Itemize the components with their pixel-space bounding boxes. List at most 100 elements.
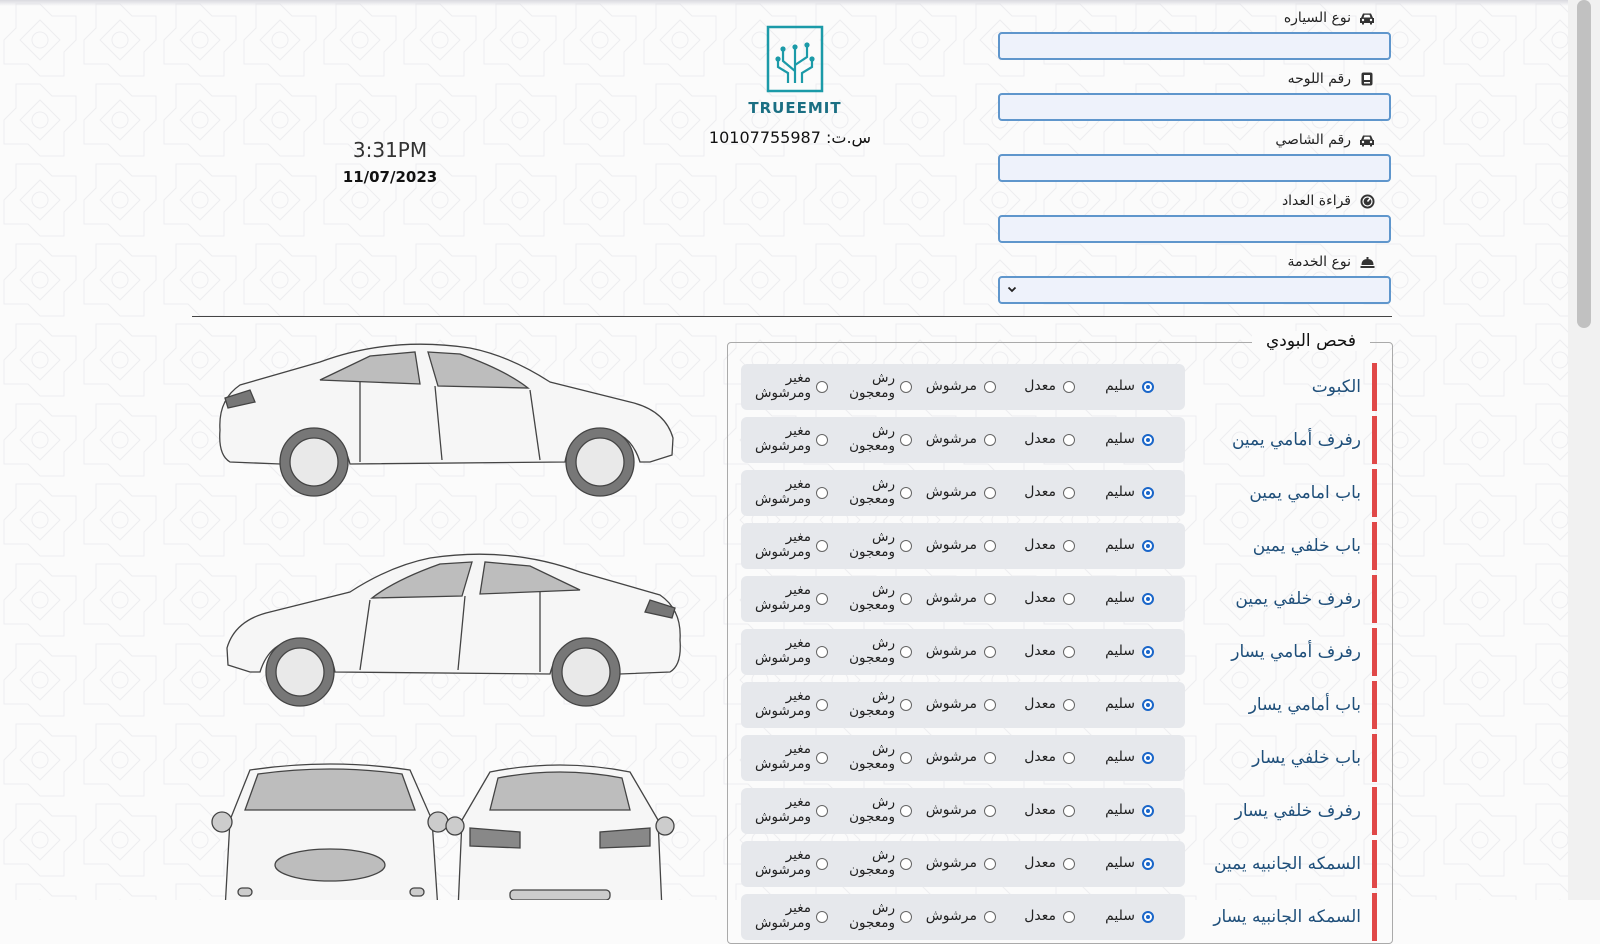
page-scrollbar[interactable] (1568, 0, 1600, 900)
option-sound-label[interactable]: سليم (1105, 378, 1135, 394)
option-repaired-label[interactable]: معدل (1024, 855, 1056, 871)
option-sound-label[interactable]: سليم (1105, 802, 1135, 818)
option-repaired-label[interactable]: معدل (1024, 908, 1056, 924)
option-painted-label[interactable]: مرشوش (926, 696, 977, 712)
option-replaced-painted-label[interactable]: مغير ومرشوش (755, 424, 811, 454)
odometer-input[interactable] (998, 215, 1391, 243)
option-replaced-painted-label[interactable]: مغير ومرشوش (755, 583, 811, 613)
option-repaired-radio[interactable] (1063, 593, 1075, 605)
option-sound-radio[interactable] (1142, 752, 1154, 764)
option-replaced-painted-label[interactable]: مغير ومرشوش (755, 742, 811, 772)
option-painted-radio[interactable] (984, 911, 996, 923)
option-paint-filler-label[interactable]: رش ومعجون (849, 901, 895, 931)
option-sound-label[interactable]: سليم (1105, 908, 1135, 924)
option-replaced-painted-radio[interactable] (816, 699, 828, 711)
option-replaced-painted-radio[interactable] (816, 752, 828, 764)
option-sound-label[interactable]: سليم (1105, 590, 1135, 606)
option-sound-label[interactable]: سليم (1105, 537, 1135, 553)
option-paint-filler-radio[interactable] (900, 434, 912, 446)
option-painted-label[interactable]: مرشوش (926, 643, 977, 659)
option-sound-label[interactable]: سليم (1105, 855, 1135, 871)
option-sound-label[interactable]: سليم (1105, 696, 1135, 712)
option-paint-filler-label[interactable]: رش ومعجون (849, 848, 895, 878)
option-painted-radio[interactable] (984, 593, 996, 605)
option-repaired-radio[interactable] (1063, 487, 1075, 499)
car-type-input[interactable] (998, 32, 1391, 60)
option-painted-label[interactable]: مرشوش (926, 749, 977, 765)
option-painted-radio[interactable] (984, 487, 996, 499)
option-repaired-label[interactable]: معدل (1024, 431, 1056, 447)
option-paint-filler-label[interactable]: رش ومعجون (849, 742, 895, 772)
option-repaired-radio[interactable] (1063, 381, 1075, 393)
option-sound-radio[interactable] (1142, 487, 1154, 499)
option-painted-label[interactable]: مرشوش (926, 537, 977, 553)
option-replaced-painted-label[interactable]: مغير ومرشوش (755, 636, 811, 666)
option-repaired-radio[interactable] (1063, 805, 1075, 817)
option-repaired-label[interactable]: معدل (1024, 749, 1056, 765)
option-paint-filler-label[interactable]: رش ومعجون (849, 477, 895, 507)
option-painted-label[interactable]: مرشوش (926, 484, 977, 500)
chassis-number-input[interactable] (998, 154, 1391, 182)
option-repaired-radio[interactable] (1063, 699, 1075, 711)
option-sound-radio[interactable] (1142, 911, 1154, 923)
option-replaced-painted-radio[interactable] (816, 487, 828, 499)
option-repaired-radio[interactable] (1063, 434, 1075, 446)
option-sound-radio[interactable] (1142, 434, 1154, 446)
option-painted-label[interactable]: مرشوش (926, 802, 977, 818)
option-replaced-painted-label[interactable]: مغير ومرشوش (755, 901, 811, 931)
option-replaced-painted-radio[interactable] (816, 805, 828, 817)
option-paint-filler-label[interactable]: رش ومعجون (849, 795, 895, 825)
option-painted-radio[interactable] (984, 434, 996, 446)
option-paint-filler-radio[interactable] (900, 699, 912, 711)
option-paint-filler-radio[interactable] (900, 752, 912, 764)
option-replaced-painted-radio[interactable] (816, 540, 828, 552)
option-paint-filler-radio[interactable] (900, 593, 912, 605)
option-paint-filler-label[interactable]: رش ومعجون (849, 424, 895, 454)
option-paint-filler-radio[interactable] (900, 381, 912, 393)
option-sound-label[interactable]: سليم (1105, 643, 1135, 659)
option-replaced-painted-radio[interactable] (816, 381, 828, 393)
option-sound-radio[interactable] (1142, 540, 1154, 552)
option-paint-filler-radio[interactable] (900, 805, 912, 817)
option-paint-filler-label[interactable]: رش ومعجون (849, 583, 895, 613)
plate-number-input[interactable] (998, 93, 1391, 121)
option-repaired-label[interactable]: معدل (1024, 537, 1056, 553)
option-painted-radio[interactable] (984, 752, 996, 764)
option-painted-label[interactable]: مرشوش (926, 908, 977, 924)
option-paint-filler-radio[interactable] (900, 646, 912, 658)
option-repaired-label[interactable]: معدل (1024, 643, 1056, 659)
option-repaired-radio[interactable] (1063, 911, 1075, 923)
scrollbar-thumb[interactable] (1577, 0, 1591, 328)
service-type-select[interactable] (998, 276, 1391, 304)
option-replaced-painted-label[interactable]: مغير ومرشوش (755, 477, 811, 507)
option-replaced-painted-label[interactable]: مغير ومرشوش (755, 530, 811, 560)
option-repaired-label[interactable]: معدل (1024, 696, 1056, 712)
option-repaired-radio[interactable] (1063, 540, 1075, 552)
option-repaired-label[interactable]: معدل (1024, 590, 1056, 606)
option-repaired-radio[interactable] (1063, 646, 1075, 658)
option-sound-radio[interactable] (1142, 381, 1154, 393)
option-replaced-painted-label[interactable]: مغير ومرشوش (755, 795, 811, 825)
option-painted-radio[interactable] (984, 540, 996, 552)
option-replaced-painted-radio[interactable] (816, 858, 828, 870)
option-paint-filler-label[interactable]: رش ومعجون (849, 530, 895, 560)
option-replaced-painted-radio[interactable] (816, 593, 828, 605)
option-paint-filler-radio[interactable] (900, 540, 912, 552)
option-sound-radio[interactable] (1142, 646, 1154, 658)
option-sound-radio[interactable] (1142, 593, 1154, 605)
option-sound-label[interactable]: سليم (1105, 749, 1135, 765)
option-repaired-radio[interactable] (1063, 858, 1075, 870)
option-sound-radio[interactable] (1142, 699, 1154, 711)
option-painted-radio[interactable] (984, 699, 996, 711)
option-repaired-label[interactable]: معدل (1024, 378, 1056, 394)
option-paint-filler-label[interactable]: رش ومعجون (849, 371, 895, 401)
option-painted-label[interactable]: مرشوش (926, 590, 977, 606)
option-painted-label[interactable]: مرشوش (926, 855, 977, 871)
option-paint-filler-label[interactable]: رش ومعجون (849, 636, 895, 666)
option-replaced-painted-radio[interactable] (816, 646, 828, 658)
option-paint-filler-radio[interactable] (900, 911, 912, 923)
option-painted-radio[interactable] (984, 858, 996, 870)
option-painted-label[interactable]: مرشوش (926, 431, 977, 447)
option-paint-filler-radio[interactable] (900, 487, 912, 499)
option-replaced-painted-radio[interactable] (816, 911, 828, 923)
